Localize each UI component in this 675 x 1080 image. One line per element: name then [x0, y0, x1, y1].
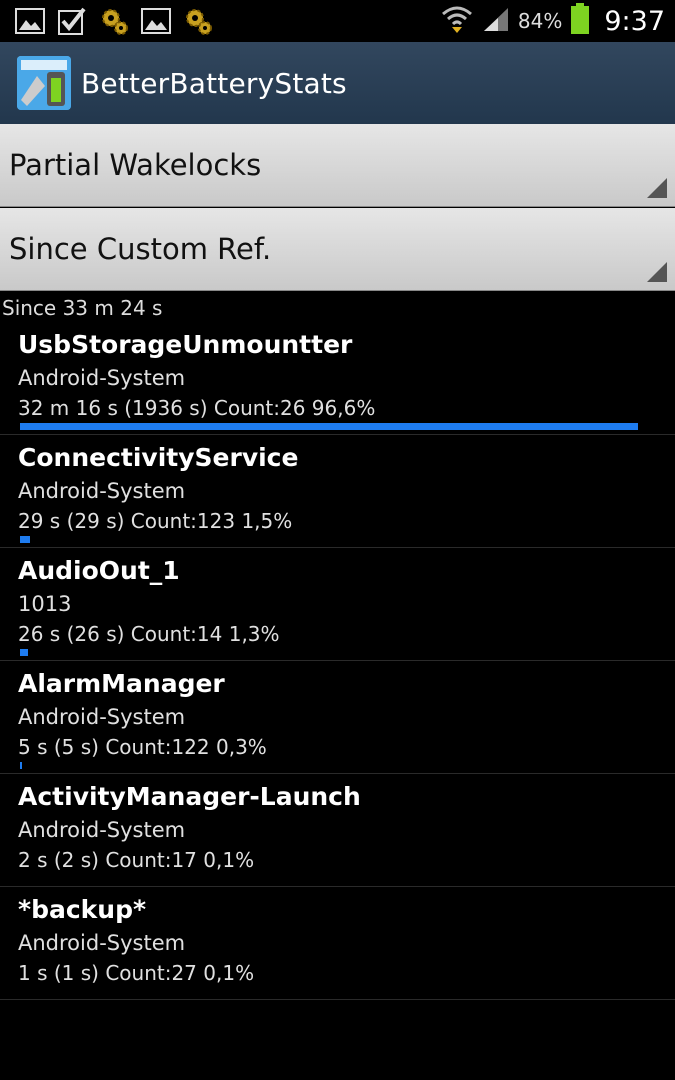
list-item[interactable]: ConnectivityService Android-System 29 s … [0, 435, 675, 548]
wakelock-name: *backup* [18, 895, 147, 924]
usage-bar [20, 762, 22, 769]
wakelock-stats: 29 s (29 s) Count:123 1,5% [18, 509, 293, 533]
reference-value: Since Custom Ref. [9, 232, 272, 266]
wakelock-owner: Android-System [18, 479, 186, 503]
wakelock-owner: Android-System [18, 818, 186, 842]
stat-type-spinner[interactable]: Partial Wakelocks [0, 124, 675, 207]
reference-spinner[interactable]: Since Custom Ref. [0, 208, 675, 291]
list-item[interactable]: AlarmManager Android-System 5 s (5 s) Co… [0, 661, 675, 774]
signal-icon [482, 6, 510, 36]
notification-icons [14, 6, 214, 36]
image-icon [14, 6, 46, 36]
usage-bar [20, 423, 639, 430]
wakelock-name: AudioOut_1 [18, 556, 180, 585]
stat-type-value: Partial Wakelocks [9, 148, 262, 182]
wakelock-owner: 1013 [18, 592, 72, 616]
wakelock-stats: 2 s (2 s) Count:17 0,1% [18, 848, 255, 872]
system-icons: 84% 9:37 [440, 0, 665, 42]
app-logo-icon[interactable] [17, 56, 71, 110]
wakelock-owner: Android-System [18, 366, 186, 390]
clock: 9:37 [604, 5, 665, 37]
wakelock-owner: Android-System [18, 705, 186, 729]
app-title: BetterBatteryStats [81, 66, 347, 100]
list-item[interactable]: AudioOut_1 1013 26 s (26 s) Count:14 1,3… [0, 548, 675, 661]
wakelock-stats: 1 s (1 s) Count:27 0,1% [18, 961, 255, 985]
wakelock-stats: 5 s (5 s) Count:122 0,3% [18, 735, 267, 759]
battery-percent: 84% [517, 9, 563, 33]
battery-icon [570, 3, 590, 39]
wakelock-name: AlarmManager [18, 669, 225, 698]
list-item[interactable]: *backup* Android-System 1 s (1 s) Count:… [0, 887, 675, 1000]
checkbox-icon [56, 6, 88, 36]
image-icon [140, 6, 172, 36]
wakelock-stats: 26 s (26 s) Count:14 1,3% [18, 622, 280, 646]
wifi-icon [440, 4, 474, 38]
action-bar: BetterBatteryStats [0, 42, 675, 124]
list-item[interactable]: UsbStorageUnmountter Android-System 32 m… [0, 322, 675, 435]
wakelock-name: UsbStorageUnmountter [18, 330, 353, 359]
dropdown-triangle-icon [647, 262, 667, 282]
usage-bar [20, 649, 29, 656]
dropdown-triangle-icon [647, 178, 667, 198]
gear-icon [182, 6, 214, 36]
usage-bar [20, 536, 30, 543]
wakelock-stats: 32 m 16 s (1936 s) Count:26 96,6% [18, 396, 376, 420]
status-bar: 84% 9:37 [0, 0, 675, 42]
wakelock-name: ActivityManager-Launch [18, 782, 361, 811]
list-item[interactable]: ActivityManager-Launch Android-System 2 … [0, 774, 675, 887]
wakelock-name: ConnectivityService [18, 443, 299, 472]
gear-icon [98, 6, 130, 36]
wakelock-list: UsbStorageUnmountter Android-System 32 m… [0, 322, 675, 1000]
wakelock-owner: Android-System [18, 931, 186, 955]
since-duration: Since 33 m 24 s [2, 296, 163, 320]
